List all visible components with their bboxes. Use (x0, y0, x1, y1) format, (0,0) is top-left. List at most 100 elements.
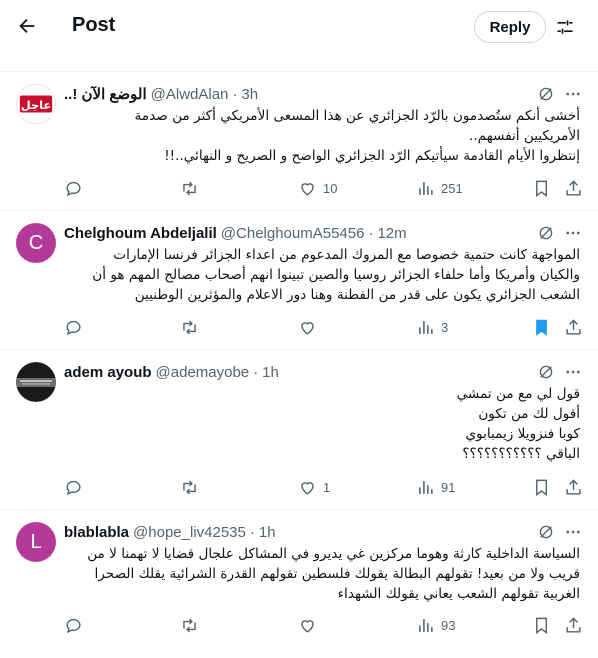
repost-action[interactable] (180, 477, 199, 497)
avatar-initial: C (28, 231, 44, 254)
views-action[interactable]: 251 (416, 178, 463, 198)
share-action[interactable] (564, 615, 583, 635)
reply-action[interactable] (64, 317, 83, 337)
avatar[interactable]: C (16, 223, 56, 263)
more-icon (566, 92, 580, 96)
timestamp[interactable]: 3h (241, 86, 258, 103)
timestamp[interactable]: 1h (259, 524, 276, 541)
reply-action[interactable] (64, 178, 83, 198)
timestamp[interactable]: 12m (377, 225, 406, 242)
more-icon (566, 231, 580, 235)
grok-icon (539, 525, 553, 539)
author-name[interactable]: Chelghoum Abdeljalil (64, 225, 217, 242)
more-button[interactable] (562, 223, 584, 243)
tweet[interactable]: adem ayoub @ademayobe · 1h قول لي مع من … (0, 349, 598, 509)
bookmark-icon (536, 180, 547, 197)
tweet-meta: adem ayoub @ademayobe · 1h (64, 362, 538, 382)
tweet-line: أقول لك من تكون (478, 406, 580, 422)
tweet-line: والكيان وأمريكا وأما حلفاء الجزائر روسيا… (92, 267, 580, 283)
page-title: Post (72, 14, 116, 36)
grok-icon (539, 87, 553, 101)
like-icon (301, 619, 314, 633)
tweet-meta: Chelghoum Abdeljalil @ChelghoumA55456 · … (64, 223, 538, 243)
author-name[interactable]: adem ayoub (64, 364, 152, 381)
repost-icon (183, 181, 196, 195)
action-bar: 93 (64, 615, 584, 635)
share-icon (566, 318, 581, 335)
more-button[interactable] (562, 84, 584, 104)
bookmark-action[interactable] (532, 317, 551, 337)
share-icon (566, 616, 581, 633)
views-action[interactable]: 91 (416, 477, 455, 497)
repost-action[interactable] (180, 317, 199, 337)
grok-button[interactable] (536, 223, 556, 243)
repost-action[interactable] (180, 615, 199, 635)
tweet-line: الغربية تقولهم الشعب يعاني يقولك الشهداء (337, 586, 580, 602)
share-action[interactable] (564, 317, 583, 337)
like-action[interactable]: 10 (298, 178, 337, 198)
more-button[interactable] (562, 522, 584, 542)
repost-action[interactable] (180, 178, 199, 198)
tweet-line: كوبا فنزويلا زيمبابوي (465, 426, 580, 442)
tweet-line: المواجهة كانت حتمية خصوصا مع المروك المد… (113, 247, 580, 263)
avatar[interactable] (16, 362, 56, 402)
tweet-line: الأمريكيين أنفسهم.. (469, 128, 580, 144)
more-icon (566, 370, 580, 374)
repost-icon (183, 480, 196, 494)
bookmark-icon (536, 479, 547, 496)
grok-icon (539, 365, 553, 379)
tweet[interactable]: C Chelghoum Abdeljalil @ChelghoumA55456 … (0, 210, 598, 349)
author-name[interactable]: blablabla (64, 524, 129, 541)
grok-button[interactable] (536, 522, 556, 542)
tweet[interactable]: L blablabla @hope_liv42535 · 1h السياسة … (0, 509, 598, 658)
grok-icon (539, 226, 553, 240)
author-name[interactable]: الوضع الآن !.. (64, 85, 147, 103)
avatar[interactable]: L (16, 522, 56, 562)
bookmark-action[interactable] (532, 615, 551, 635)
timestamp[interactable]: 1h (262, 364, 279, 381)
views-icon (419, 618, 433, 632)
author-handle[interactable]: @AlwdAlan (151, 86, 229, 103)
tweet-line: قول لي مع من تمشي (456, 386, 580, 402)
sliders-icon (557, 20, 573, 34)
separator-dot: · (368, 224, 374, 242)
tweet-text: السياسة الداخلية كارثة وهوما مركزين غي ي… (64, 544, 580, 604)
like-action[interactable] (298, 615, 317, 635)
bookmark-action[interactable] (532, 477, 551, 497)
share-action[interactable] (564, 178, 583, 198)
profile-image (16, 362, 56, 402)
like-icon (301, 182, 314, 196)
tweet-line: الشعب الجزائري يكون على قدر من الفطنة وه… (134, 287, 580, 303)
urgent-logo: عاجل (17, 85, 55, 123)
tweet-meta: الوضع الآن !.. @AlwdAlan · 3h (64, 84, 538, 104)
grok-button[interactable] (536, 362, 556, 382)
views-count: 3 (441, 319, 449, 335)
tweet-line: إنتظروا الأيام القادمة سيأتيكم الرّد الج… (164, 148, 580, 164)
reply-action[interactable] (64, 615, 83, 635)
author-handle[interactable]: @ChelghoumA55456 (221, 225, 365, 242)
more-button[interactable] (562, 362, 584, 382)
bookmark-icon (536, 617, 547, 634)
grok-button[interactable] (536, 84, 556, 104)
like-action[interactable]: 1 (298, 477, 330, 497)
author-handle[interactable]: @ademayobe (156, 364, 250, 381)
settings-button[interactable] (552, 14, 578, 40)
back-button[interactable] (10, 9, 44, 43)
author-handle[interactable]: @hope_liv42535 (133, 524, 246, 541)
tweet[interactable]: عاجل الوضع الآن !.. @AlwdAlan · 3h أخشى … (0, 71, 598, 210)
views-action[interactable]: 3 (416, 317, 448, 337)
like-action[interactable] (298, 317, 317, 337)
share-action[interactable] (564, 477, 583, 497)
reply-action[interactable] (64, 477, 83, 497)
reply-button[interactable]: Reply (474, 11, 546, 43)
avatar[interactable]: عاجل (16, 84, 56, 124)
views-action[interactable]: 93 (416, 615, 455, 635)
views-count: 93 (441, 617, 456, 633)
share-icon (566, 179, 581, 196)
tweet-line: قريب ولا من بعيد! تقولهم البطالة يقولك ف… (94, 566, 580, 582)
tweet-meta: blablabla @hope_liv42535 · 1h (64, 522, 538, 542)
bookmark-action[interactable] (532, 178, 551, 198)
views-count: 251 (441, 180, 463, 196)
reply-icon (66, 480, 81, 495)
views-count: 91 (441, 479, 456, 495)
